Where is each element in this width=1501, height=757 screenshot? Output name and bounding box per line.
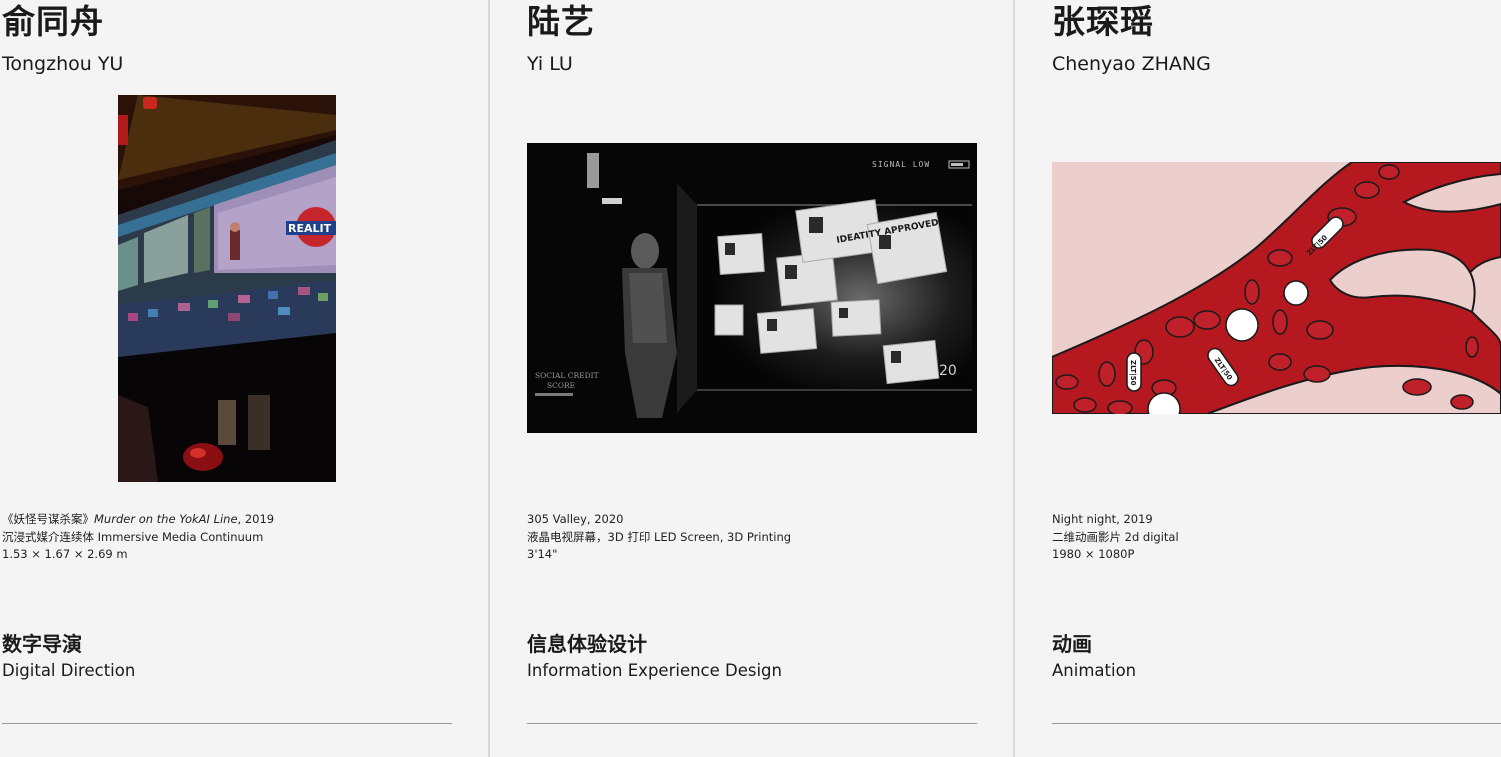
artwork-caption: Night night, 2019 二维动画影片 2d digital 1980… <box>1052 511 1179 564</box>
department-cn: 动画 <box>1052 632 1092 656</box>
artwork-medium: 液晶电视屏幕，3D 打印 LED Screen, 3D Printing <box>527 529 792 544</box>
artwork-medium: 二维动画影片 2d digital <box>1052 529 1179 544</box>
artist-card-tongzhou-yu[interactable]: 俞同舟 Tongzhou YU REALIT 《妖怪号谋杀案》Murder on… <box>0 0 488 757</box>
reality-sign-text: REALIT <box>288 222 332 235</box>
artist-name-en: Chenyao ZHANG <box>1052 53 1211 75</box>
red-vessel-image: ZLT|50 ZLT|50 ZLT|50 <box>1052 162 1501 414</box>
artwork-image[interactable]: IDEATITY APPROVED SIGNAL LOW SOCIAL CRED… <box>527 143 977 433</box>
pill-text: ZLT|50 <box>1128 360 1137 386</box>
artwork-image[interactable]: REALIT <box>118 95 336 482</box>
artwork-dimensions: 1980 × 1080P <box>1052 547 1135 561</box>
card-divider-line <box>2 723 452 724</box>
hud-counter-text: 20 <box>939 363 957 379</box>
pill-label: ZLT|50 <box>1126 352 1142 392</box>
signal-low-text: SIGNAL LOW <box>872 160 930 169</box>
card-divider-line <box>527 723 977 724</box>
department-en: Information Experience Design <box>527 661 782 680</box>
artwork-medium: 沉浸式媒介连续体 Immersive Media Continuum <box>2 529 264 544</box>
artist-name-cn: 张琛瑶 <box>1052 2 1154 41</box>
artwork-title-en: Murder on the YokAI Line <box>94 512 238 526</box>
artist-name-cn: 俞同舟 <box>2 2 104 41</box>
department-en: Animation <box>1052 661 1137 680</box>
artwork-dimensions: 1.53 × 1.67 × 2.69 m <box>2 547 128 561</box>
artist-grid: 俞同舟 Tongzhou YU REALIT 《妖怪号谋杀案》Murder on… <box>0 0 1501 757</box>
caption-title-line: 《妖怪号谋杀案》Murder on the YokAI Line, 2019 <box>2 511 274 529</box>
artist-card-chenyao-zhang[interactable]: 张琛瑶 Chenyao ZHANG ZLT|50 ZLT|50 ZLT|50 N… <box>1014 0 1501 757</box>
social-credit-text: SOCIAL CREDIT <box>535 371 599 380</box>
department-cn: 信息体验设计 <box>527 632 647 656</box>
artist-card-yi-lu[interactable]: 陆艺 Yi LU IDEATITY APPROVED SIGNAL LOW SO… <box>489 0 1013 757</box>
department-en: Digital Direction <box>2 661 136 680</box>
artwork-title-cn: 《妖怪号谋杀案》 <box>2 512 94 526</box>
identity-screens-image: IDEATITY APPROVED SIGNAL LOW SOCIAL CRED… <box>527 143 977 433</box>
department-cn: 数字导演 <box>2 632 82 656</box>
card-divider-line <box>1052 723 1501 724</box>
artist-name-en: Tongzhou YU <box>2 53 124 75</box>
score-text: SCORE <box>547 381 575 390</box>
artwork-title: Night night, 2019 <box>1052 512 1153 526</box>
artwork-year: , 2019 <box>237 512 275 526</box>
artwork-image[interactable]: ZLT|50 ZLT|50 ZLT|50 <box>1052 162 1501 414</box>
artwork-caption: 305 Valley, 2020 液晶电视屏幕，3D 打印 LED Screen… <box>527 511 791 564</box>
subway-train-image: REALIT <box>118 95 336 482</box>
artwork-title: 305 Valley, 2020 <box>527 512 624 526</box>
artist-name-en: Yi LU <box>527 53 573 75</box>
artist-name-cn: 陆艺 <box>527 2 595 41</box>
artwork-caption: 《妖怪号谋杀案》Murder on the YokAI Line, 2019 沉… <box>2 511 274 564</box>
artwork-duration: 3'14" <box>527 547 558 561</box>
